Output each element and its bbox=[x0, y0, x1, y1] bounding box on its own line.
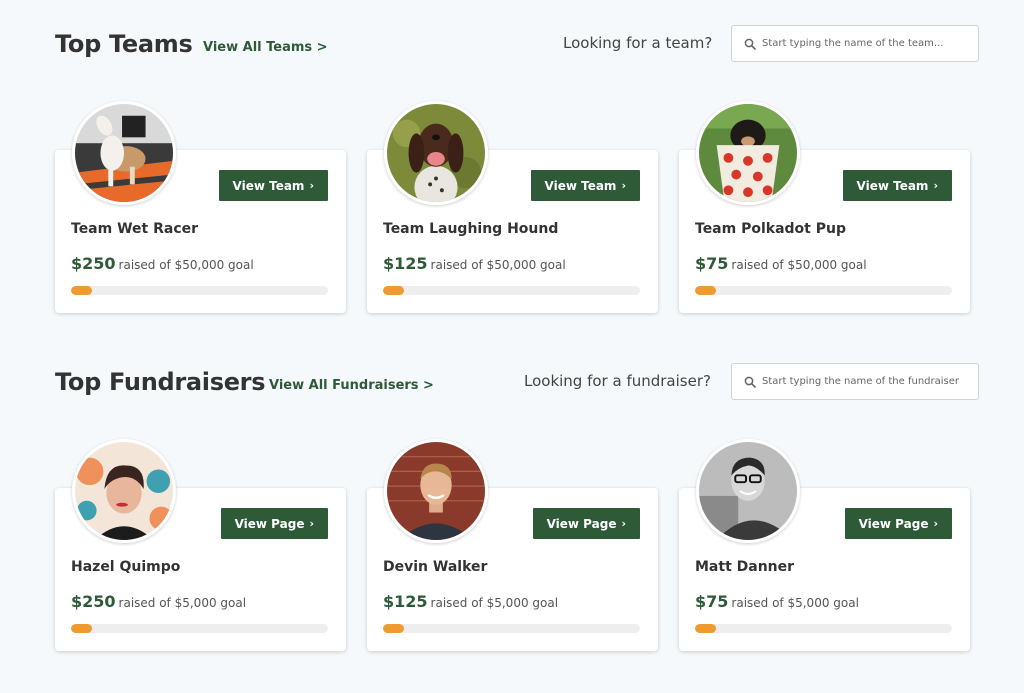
goal-text: raised of $50,000 goal bbox=[118, 258, 254, 272]
section-title: Top Teams bbox=[55, 30, 193, 58]
progress-fill bbox=[695, 624, 716, 633]
puppy-in-cup-photo bbox=[699, 104, 797, 202]
raised-amount: $125 bbox=[383, 254, 428, 273]
goal-text: raised of $5,000 goal bbox=[430, 596, 559, 610]
progress-bar bbox=[383, 286, 640, 295]
search-label: Looking for a team? bbox=[563, 34, 713, 52]
progress-bar bbox=[71, 286, 328, 295]
raised-amount: $75 bbox=[695, 592, 729, 611]
fundraiser-card: View Page › Devin Walker $125 raised of $5… bbox=[367, 439, 658, 651]
team-search-input[interactable] bbox=[762, 38, 978, 49]
button-label: View Team bbox=[232, 178, 305, 193]
raised-amount: $250 bbox=[71, 254, 116, 273]
team-avatar bbox=[72, 101, 176, 205]
raised-summary: $75 raised of $5,000 goal bbox=[695, 592, 859, 611]
progress-fill bbox=[383, 624, 404, 633]
top-fundraisers-header: Top Fundraisers View All Fundraisers > L… bbox=[0, 338, 1024, 428]
view-team-button[interactable]: View Team › bbox=[218, 170, 328, 201]
raised-amount: $250 bbox=[71, 592, 116, 611]
button-label: View Team bbox=[544, 178, 617, 193]
fundraiser-avatar bbox=[696, 439, 800, 543]
team-avatar bbox=[384, 101, 488, 205]
fundraiser-avatar bbox=[72, 439, 176, 543]
goal-text: raised of $50,000 goal bbox=[731, 258, 867, 272]
goal-text: raised of $5,000 goal bbox=[731, 596, 859, 610]
fundraiser-name: Hazel Quimpo bbox=[71, 559, 181, 575]
button-label: View Team bbox=[856, 178, 929, 193]
top-fundraisers-section: Top Fundraisers View All Fundraisers > L… bbox=[0, 338, 1024, 651]
team-card: View Team › Team Laughing Hound $125 raise… bbox=[367, 101, 658, 313]
search-icon bbox=[744, 376, 756, 388]
chevron-right-icon: › bbox=[309, 179, 314, 192]
chevron-right-icon: › bbox=[933, 179, 938, 192]
fundraiser-card: View Page › Hazel Quimpo $250 raised of $5… bbox=[55, 439, 346, 651]
progress-fill bbox=[383, 286, 404, 295]
fundraiser-name: Matt Danner bbox=[695, 559, 795, 575]
progress-fill bbox=[71, 286, 92, 295]
view-team-button[interactable]: View Team › bbox=[530, 170, 640, 201]
man-portrait-bw-photo bbox=[699, 442, 797, 540]
chevron-right-icon: › bbox=[309, 517, 314, 530]
view-page-button[interactable]: View Page › bbox=[532, 508, 640, 539]
button-label: View Page bbox=[858, 516, 929, 531]
dog-hound-photo bbox=[387, 104, 485, 202]
view-all-fundraisers-link[interactable]: View All Fundraisers > bbox=[269, 378, 434, 393]
team-search-box[interactable] bbox=[731, 25, 979, 62]
raised-summary: $75 raised of $50,000 goal bbox=[695, 254, 867, 273]
progress-fill bbox=[695, 286, 716, 295]
chevron-right-icon: › bbox=[621, 517, 626, 530]
view-team-button[interactable]: View Team › bbox=[842, 170, 952, 201]
goal-text: raised of $50,000 goal bbox=[430, 258, 566, 272]
fundraiser-card: View Page › Matt Danner $75 raised of $5,0… bbox=[679, 439, 970, 651]
fundraiser-name: Devin Walker bbox=[383, 559, 488, 575]
progress-bar bbox=[71, 624, 328, 633]
progress-fill bbox=[71, 624, 92, 633]
progress-bar bbox=[695, 286, 952, 295]
raised-amount: $75 bbox=[695, 254, 729, 273]
dog-howling-photo bbox=[75, 104, 173, 202]
button-label: View Page bbox=[546, 516, 617, 531]
fundraiser-avatar bbox=[384, 439, 488, 543]
raised-summary: $250 raised of $5,000 goal bbox=[71, 592, 246, 611]
fundraiser-search-input[interactable] bbox=[762, 376, 978, 387]
view-all-teams-link[interactable]: View All Teams > bbox=[203, 40, 328, 55]
man-portrait-brick-photo bbox=[387, 442, 485, 540]
woman-portrait-photo bbox=[75, 442, 173, 540]
goal-text: raised of $5,000 goal bbox=[118, 596, 247, 610]
raised-summary: $125 raised of $50,000 goal bbox=[383, 254, 566, 273]
team-avatar bbox=[696, 101, 800, 205]
chevron-right-icon: › bbox=[621, 179, 626, 192]
team-card: View Team › Team Wet Racer $250 raised of … bbox=[55, 101, 346, 313]
team-card: View Team › Team Polkadot Pup $75 raised o… bbox=[679, 101, 970, 313]
view-page-button[interactable]: View Page › bbox=[220, 508, 328, 539]
raised-summary: $125 raised of $5,000 goal bbox=[383, 592, 558, 611]
chevron-right-icon: › bbox=[933, 517, 938, 530]
section-title: Top Fundraisers bbox=[55, 368, 266, 396]
team-name: Team Polkadot Pup bbox=[695, 221, 846, 237]
team-name: Team Laughing Hound bbox=[383, 221, 559, 237]
search-icon bbox=[744, 38, 756, 50]
progress-bar bbox=[383, 624, 640, 633]
raised-amount: $125 bbox=[383, 592, 428, 611]
progress-bar bbox=[695, 624, 952, 633]
button-label: View Page bbox=[234, 516, 305, 531]
fundraiser-search-box[interactable] bbox=[731, 363, 979, 400]
search-label: Looking for a fundraiser? bbox=[524, 372, 711, 390]
raised-summary: $250 raised of $50,000 goal bbox=[71, 254, 254, 273]
view-page-button[interactable]: View Page › bbox=[844, 508, 952, 539]
top-teams-header: Top Teams View All Teams > Looking for a… bbox=[0, 0, 1024, 90]
top-teams-section: Top Teams View All Teams > Looking for a… bbox=[0, 0, 1024, 313]
team-name: Team Wet Racer bbox=[71, 221, 199, 237]
